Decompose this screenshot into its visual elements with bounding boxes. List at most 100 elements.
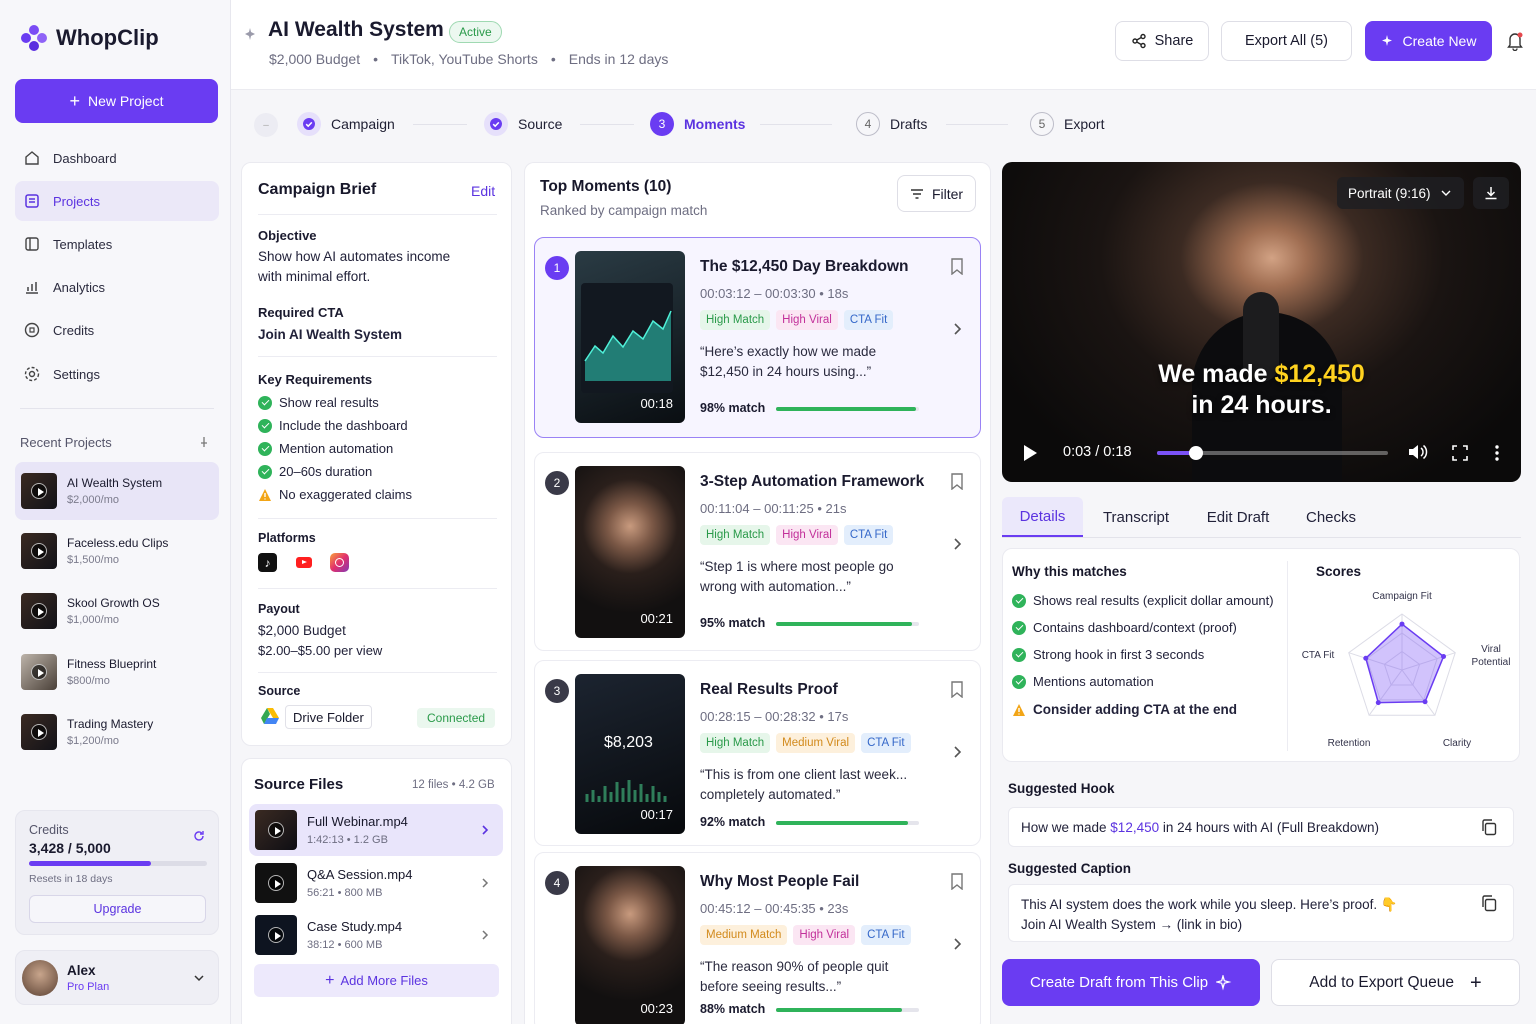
project-price: $1,500/mo [67, 554, 119, 566]
bell-icon[interactable] [1506, 31, 1524, 51]
export-all-button[interactable]: Export All (5) [1221, 21, 1352, 61]
reason-text: Shows real results (explicit dollar amou… [1033, 593, 1274, 608]
step-moments[interactable]: 3 Moments [650, 112, 745, 136]
create-new-button[interactable]: Create New [1365, 21, 1492, 61]
step-source[interactable]: Source [484, 112, 562, 136]
project-price: $1,200/mo [67, 735, 119, 747]
quote-line: “Here’s exactly how we made [700, 344, 877, 359]
format-dropdown[interactable]: Portrait (9:16) [1337, 177, 1464, 209]
recent-project-item[interactable]: Faceless.edu Clips $1,500/mo [15, 522, 219, 580]
projects-icon [25, 194, 39, 208]
recent-project-item[interactable]: AI Wealth System $2,000/mo [15, 462, 219, 520]
filter-button[interactable]: Filter [897, 175, 976, 212]
pin-icon[interactable] [198, 436, 210, 448]
volume-icon[interactable] [1407, 443, 1429, 461]
chevron-right-icon[interactable] [952, 322, 962, 336]
edit-brief-button[interactable]: Edit [471, 183, 495, 199]
moment-thumbnail[interactable]: 00:21 [575, 466, 685, 638]
copy-icon[interactable] [1481, 819, 1497, 836]
app-logo[interactable]: WhopClip [20, 24, 159, 52]
share-button[interactable]: Share [1115, 21, 1209, 61]
more-options-icon[interactable] [1495, 444, 1499, 462]
tab-transcript[interactable]: Transcript [1092, 497, 1180, 537]
cta-label: Required CTA [258, 305, 344, 320]
moment-card[interactable]: 2 00:21 3-Step Automation Framework 00:1… [534, 452, 981, 651]
moment-rank: 3 [545, 679, 569, 703]
credits-icon [24, 322, 40, 338]
credits-card: Credits 3,428 / 5,000 Resets in 18 days … [15, 810, 219, 935]
check-circle-icon [258, 441, 272, 456]
nav-dashboard[interactable]: Dashboard [15, 138, 219, 178]
nav-label: Analytics [53, 279, 106, 295]
step-label: Moments [684, 116, 746, 132]
moment-card[interactable]: 1 00:18 The $12,450 Day Breakdown 00:03:… [534, 237, 981, 438]
moment-thumbnail[interactable]: 00:18 [575, 251, 685, 423]
file-meta: 1:42:13 • 1.2 GB [307, 834, 388, 846]
chevron-right-icon[interactable] [952, 537, 962, 551]
user-menu[interactable]: Alex Pro Plan [15, 950, 219, 1005]
upgrade-button[interactable]: Upgrade [29, 895, 206, 923]
add-export-label: Add to Export Queue [1309, 973, 1455, 991]
nav-templates[interactable]: Templates [15, 224, 219, 264]
recent-project-item[interactable]: Trading Mastery $1,200/mo [15, 703, 219, 761]
step-connector [760, 124, 832, 125]
meta-dot: • [550, 51, 556, 67]
tab-edit-draft[interactable]: Edit Draft [1197, 497, 1279, 537]
download-button[interactable] [1473, 177, 1509, 209]
nav-credits[interactable]: Credits [15, 310, 219, 350]
match-score: 92% match [700, 815, 766, 829]
stepper-back-button[interactable]: – [254, 113, 278, 137]
seek-bar[interactable] [1157, 446, 1388, 460]
payout-rate: $2.00–$5.00 per view [258, 643, 383, 658]
step-number: 5 [1030, 112, 1054, 136]
moment-card[interactable]: 4 00:23 Why Most People Fail 00:45:12 – … [534, 852, 981, 1024]
tab-checks[interactable]: Checks [1296, 497, 1366, 537]
nav-projects[interactable]: Projects [15, 181, 219, 221]
cta-value: Join AI Wealth System [258, 327, 403, 342]
add-files-button[interactable]: + Add More Files [254, 964, 499, 997]
step-campaign[interactable]: Campaign [297, 112, 395, 136]
bookmark-icon[interactable] [950, 681, 964, 698]
video-player[interactable]: Portrait (9:16) We made $12,450 in 24 ho… [1002, 162, 1521, 482]
recent-project-item[interactable]: Fitness Blueprint $800/mo [15, 643, 219, 701]
new-project-button[interactable]: + New Project [15, 79, 218, 123]
nav-label: Credits [53, 322, 95, 338]
suggested-hook-title: Suggested Hook [1008, 781, 1115, 796]
radar-point [1363, 655, 1369, 661]
file-item[interactable]: Full Webinar.mp4 1:42:13 • 1.2 GB [249, 804, 503, 856]
step-drafts[interactable]: 4 Drafts [856, 112, 927, 136]
match-bar-fill [776, 407, 917, 411]
add-to-export-button[interactable]: Add to Export Queue + [1271, 959, 1520, 1006]
moment-thumbnail[interactable]: $8,203 00:17 [575, 674, 685, 834]
chevron-right-icon[interactable] [952, 937, 962, 951]
step-export[interactable]: 5 Export [1030, 112, 1104, 136]
nav-settings[interactable]: Settings [15, 354, 219, 394]
bookmark-icon[interactable] [950, 873, 964, 890]
moment-thumbnail[interactable]: 00:23 [575, 866, 685, 1024]
radar-point [1375, 700, 1381, 706]
recent-project-item[interactable]: Skool Growth OS $1,000/mo [15, 582, 219, 640]
platform-icons: ♪ [258, 553, 349, 572]
nav-analytics[interactable]: Analytics [15, 267, 219, 307]
source-drive-folder[interactable]: Drive Folder [285, 705, 372, 729]
copy-icon[interactable] [1481, 895, 1497, 912]
file-item[interactable]: Q&A Session.mp4 56:21 • 800 MB [249, 857, 503, 909]
requirement-text: No exaggerated claims [279, 487, 412, 502]
tabs-divider [1002, 537, 1521, 538]
requirements-list: Show real results Include the dashboard … [258, 391, 412, 506]
chevron-right-icon[interactable] [952, 745, 962, 759]
bookmark-icon[interactable] [950, 473, 964, 490]
tab-details[interactable]: Details [1002, 497, 1083, 537]
fullscreen-icon[interactable] [1452, 445, 1468, 461]
reason-text: Contains dashboard/context (proof) [1033, 620, 1237, 635]
seek-handle[interactable] [1188, 446, 1203, 460]
refresh-icon[interactable] [192, 829, 206, 843]
requirement-item: Mention automation [258, 437, 412, 460]
tag-viral: Medium Viral [776, 733, 856, 753]
moment-card[interactable]: 3 $8,203 00:17 Real Results Proof 00:28:… [534, 660, 981, 846]
play-icon [268, 927, 284, 943]
file-item[interactable]: Case Study.mp4 38:12 • 600 MB [249, 909, 503, 961]
play-icon[interactable] [1022, 444, 1038, 462]
bookmark-icon[interactable] [950, 258, 964, 275]
create-draft-button[interactable]: Create Draft from This Clip [1002, 959, 1260, 1006]
